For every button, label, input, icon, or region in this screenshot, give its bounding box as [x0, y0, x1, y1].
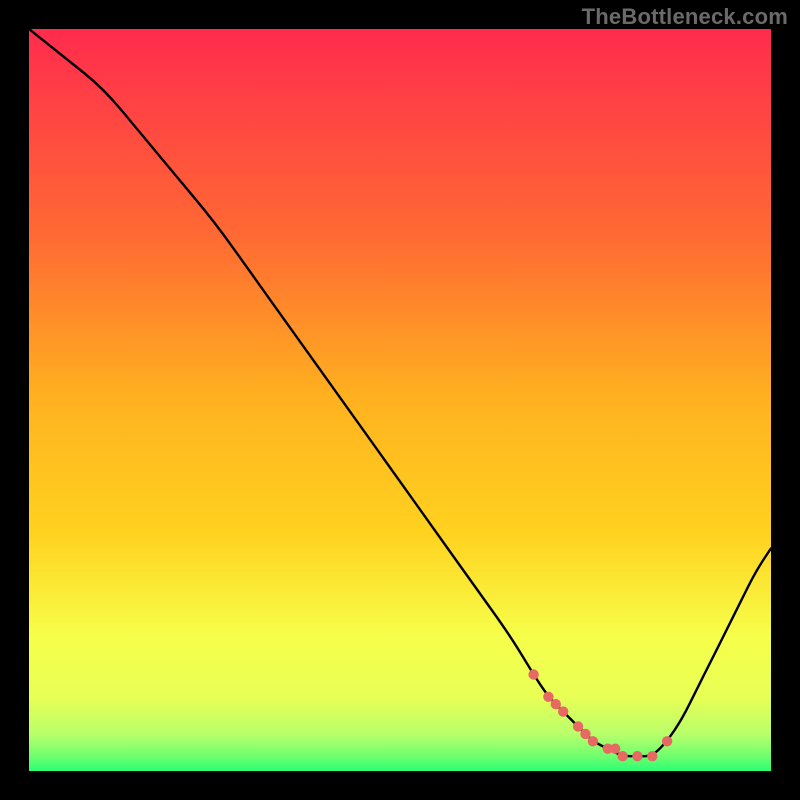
valley-marker [662, 736, 672, 746]
valley-marker [580, 729, 590, 739]
valley-marker [573, 721, 583, 731]
watermark-text: TheBottleneck.com [582, 4, 788, 30]
chart-svg [29, 29, 771, 771]
valley-marker [632, 751, 642, 761]
chart-frame: TheBottleneck.com [0, 0, 800, 800]
valley-marker [528, 669, 538, 679]
valley-marker [551, 699, 561, 709]
valley-marker [543, 692, 553, 702]
valley-marker [610, 744, 620, 754]
valley-marker [617, 751, 627, 761]
gradient-background [29, 29, 771, 771]
valley-marker [558, 706, 568, 716]
plot-area [29, 29, 771, 771]
valley-marker [588, 736, 598, 746]
valley-marker [647, 751, 657, 761]
